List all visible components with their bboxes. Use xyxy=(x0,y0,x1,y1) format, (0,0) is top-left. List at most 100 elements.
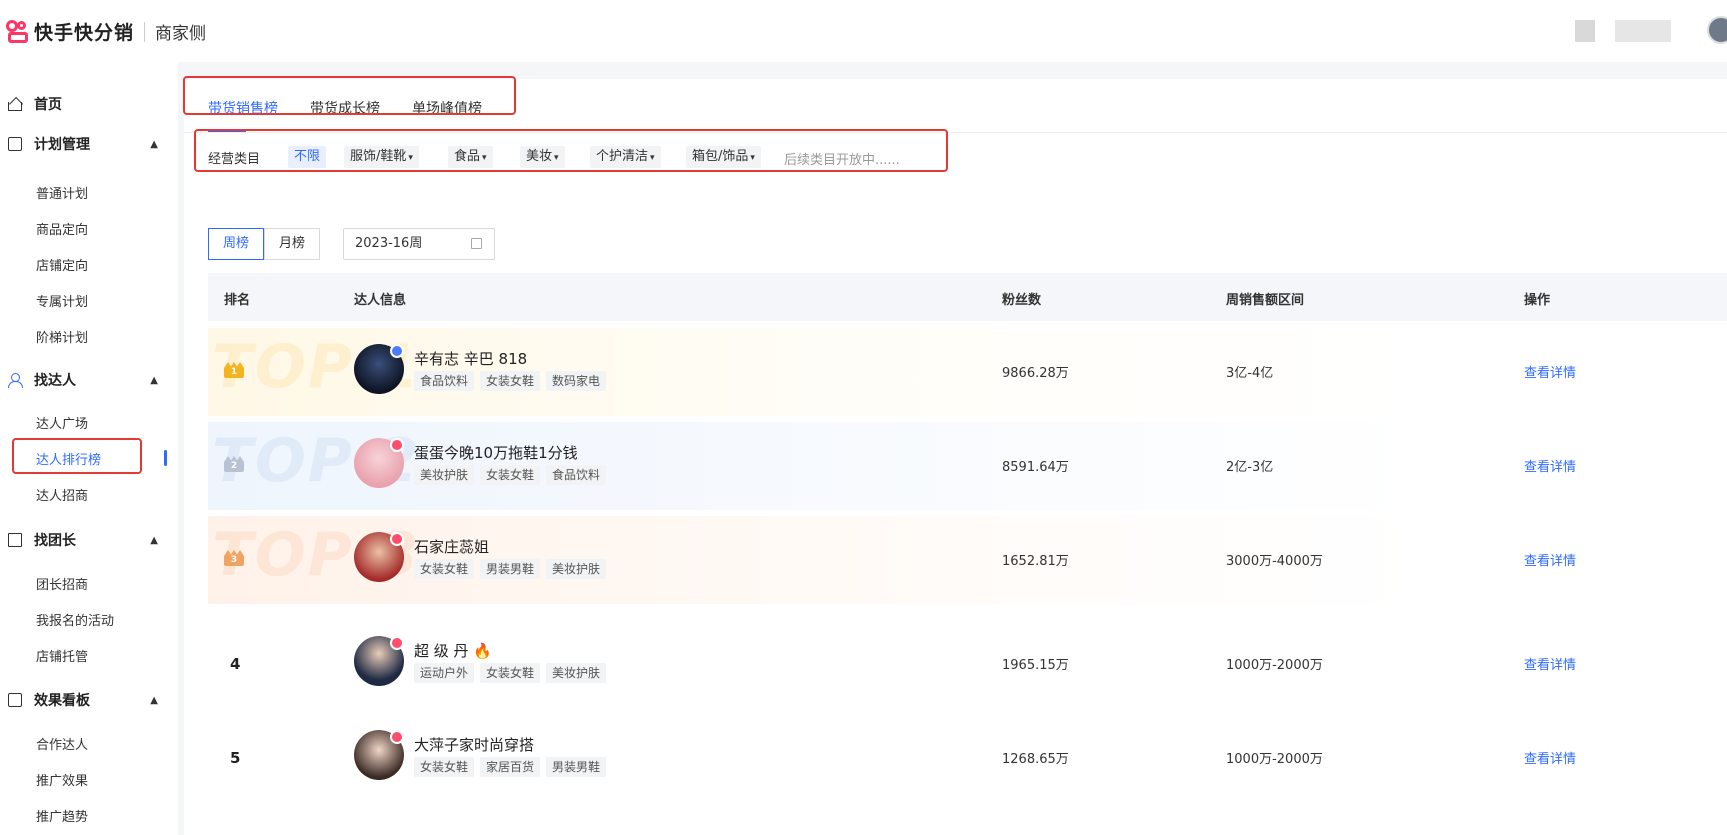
chip-label: 食品 xyxy=(454,149,481,164)
rank-number: 5 xyxy=(230,749,241,767)
chevron-up-icon: ▲ xyxy=(150,374,158,386)
table-header: 排名 达人信息 粉丝数 周销售额区间 操作 xyxy=(208,273,1727,321)
category-tags: 运动户外 女装女鞋 美妆护肤 xyxy=(414,663,607,683)
sidebar: 首页 计划管理 ▲ 普通计划 商品定向 店铺定向 专属计划 阶梯计划 找达人 ▲… xyxy=(0,62,178,835)
gold-crown-icon: 1 xyxy=(224,362,244,378)
divider xyxy=(144,21,146,42)
talent-name[interactable]: 蛋蛋今晚10万拖鞋1分钱 xyxy=(414,442,578,463)
home-icon xyxy=(8,102,22,111)
sidebar-group-dashboard[interactable]: 效果看板 ▲ xyxy=(8,690,158,710)
talent-name[interactable]: 大萍子家时尚穿搭 xyxy=(414,734,534,755)
sidebar-item-partner-talents[interactable]: 合作达人 xyxy=(36,734,88,753)
sidebar-item-tiered-plan[interactable]: 阶梯计划 xyxy=(36,327,88,346)
view-details-link[interactable]: 查看详情 xyxy=(1524,654,1576,673)
top-header: 快手快分销 商家侧 xyxy=(0,0,1727,62)
blurred-account-info xyxy=(1575,20,1595,42)
sidebar-item-talent-plaza[interactable]: 达人广场 xyxy=(36,413,88,432)
brand-logo[interactable]: 快手快分销 商家侧 xyxy=(6,18,206,45)
chevron-down-icon: ▾ xyxy=(650,153,655,163)
sidebar-item-normal-plan[interactable]: 普通计划 xyxy=(36,183,88,202)
tab-sales-ranking[interactable]: 带货销售榜 xyxy=(208,98,278,118)
user-avatar[interactable] xyxy=(1707,16,1727,44)
tag: 男装男鞋 xyxy=(480,559,541,579)
silver-crown-icon: 2 xyxy=(224,456,244,472)
verified-badge-icon xyxy=(390,344,404,358)
talent-name[interactable]: 超 级 丹 🔥 xyxy=(414,640,492,661)
sales-range: 1000万-2000万 xyxy=(1226,752,1323,767)
tag: 女装女鞋 xyxy=(414,757,475,777)
sidebar-item-promo-effect[interactable]: 推广效果 xyxy=(36,770,88,789)
view-details-link[interactable]: 查看详情 xyxy=(1524,456,1576,475)
week-picker-value: 2023-16周 xyxy=(355,236,423,251)
table-row: TOP 3 3 石家庄蕊姐 女装女鞋 男装男鞋 美妆护肤 1652.81万 30… xyxy=(208,516,1727,604)
flag-icon xyxy=(8,533,22,547)
sidebar-item-my-activities[interactable]: 我报名的活动 xyxy=(36,610,114,629)
active-indicator xyxy=(164,450,167,466)
sidebar-item-leader-recruit[interactable]: 团长招商 xyxy=(36,574,88,593)
view-details-link[interactable]: 查看详情 xyxy=(1524,550,1576,569)
table-row: 5 大萍子家时尚穿搭 女装女鞋 家居百货 男装男鞋 1268.65万 1000万… xyxy=(208,714,1727,802)
live-badge-icon xyxy=(390,438,404,452)
sidebar-item-home[interactable]: 首页 xyxy=(8,94,158,114)
chip-bags-accessories[interactable]: 箱包/饰品 ▾ xyxy=(686,146,761,168)
sidebar-item-exclusive-plan[interactable]: 专属计划 xyxy=(36,291,88,310)
chip-food[interactable]: 食品 ▾ xyxy=(448,146,493,168)
sidebar-item-shop-hosting[interactable]: 店铺托管 xyxy=(36,646,88,665)
talent-name[interactable]: 石家庄蕊姐 xyxy=(414,536,489,557)
category-tags: 食品饮料 女装女鞋 数码家电 xyxy=(414,371,607,391)
brand-name: 快手快分销 xyxy=(34,22,135,44)
table-row: TOP 2 2 蛋蛋今晚10万拖鞋1分钱 美妆护肤 女装女鞋 食品饮料 8591… xyxy=(208,422,1727,510)
sidebar-item-promo-trend[interactable]: 推广趋势 xyxy=(36,806,88,825)
live-badge-icon xyxy=(390,532,404,546)
sidebar-item-talent-ranking[interactable]: 达人排行榜 xyxy=(36,449,101,468)
chip-label: 美妆 xyxy=(526,149,553,164)
brand-subtitle: 商家侧 xyxy=(155,24,207,44)
tag: 男装男鞋 xyxy=(546,757,607,777)
sidebar-group-find-talent[interactable]: 找达人 ▲ xyxy=(8,370,158,390)
chip-personal-care[interactable]: 个护清洁 ▾ xyxy=(590,146,661,168)
sidebar-item-talent-recruit[interactable]: 达人招商 xyxy=(36,485,88,504)
tag: 美妆护肤 xyxy=(546,559,607,579)
sidebar-item-shop-targeting[interactable]: 店铺定向 xyxy=(36,255,88,274)
tab-growth-ranking[interactable]: 带货成长榜 xyxy=(310,98,380,118)
table-row: TOP 1 1 辛有志 辛巴 818 食品饮料 女装女鞋 数码家电 9866.2… xyxy=(208,328,1727,416)
chip-label: 箱包/饰品 xyxy=(692,149,749,164)
sales-range: 3亿-4亿 xyxy=(1226,366,1274,381)
fans-count: 9866.28万 xyxy=(1002,366,1069,381)
weekly-button[interactable]: 周榜 xyxy=(208,228,265,260)
chip-beauty[interactable]: 美妆 ▾ xyxy=(520,146,565,168)
col-weekly-sales: 周销售额区间 xyxy=(1226,293,1305,308)
view-details-link[interactable]: 查看详情 xyxy=(1524,748,1576,767)
tag: 女装女鞋 xyxy=(480,663,541,683)
period-toggle: 周榜 月榜 xyxy=(208,228,321,260)
tag: 运动户外 xyxy=(414,663,475,683)
calendar-icon xyxy=(471,238,482,249)
chevron-down-icon: ▾ xyxy=(750,153,755,163)
monthly-button[interactable]: 月榜 xyxy=(264,228,321,260)
tag: 数码家电 xyxy=(546,371,607,391)
live-badge-icon xyxy=(390,730,404,744)
category-filter: 经营类目 不限 服饰/鞋靴 ▾ 食品 ▾ 美妆 ▾ 个护清洁 ▾ 箱包/饰品 ▾ 后续类目… xyxy=(184,134,1727,206)
sidebar-group-find-leader[interactable]: 找团长 ▲ xyxy=(8,530,158,550)
fans-count: 1965.15万 xyxy=(1002,658,1069,673)
col-actions: 操作 xyxy=(1524,293,1551,308)
week-picker[interactable]: 2023-16周 xyxy=(343,228,495,260)
tag: 女装女鞋 xyxy=(480,371,541,391)
active-tab-underline xyxy=(208,130,246,132)
sidebar-group-label: 找达人 xyxy=(34,373,76,389)
col-fans: 粉丝数 xyxy=(1002,293,1042,308)
tab-peak-ranking[interactable]: 单场峰值榜 xyxy=(412,98,482,118)
chip-apparel[interactable]: 服饰/鞋靴 ▾ xyxy=(344,146,419,168)
sidebar-item-product-targeting[interactable]: 商品定向 xyxy=(36,219,88,238)
category-tags: 女装女鞋 家居百货 男装男鞋 xyxy=(414,757,607,777)
sidebar-item-label: 首页 xyxy=(34,97,62,113)
filter-note: 后续类目开放中...... xyxy=(784,153,900,168)
view-details-link[interactable]: 查看详情 xyxy=(1524,362,1576,381)
blurred-account-name xyxy=(1615,20,1671,42)
chip-all[interactable]: 不限 xyxy=(288,146,327,168)
tag: 食品饮料 xyxy=(546,465,607,485)
fans-count: 8591.64万 xyxy=(1002,460,1069,475)
sidebar-group-plan[interactable]: 计划管理 ▲ xyxy=(8,134,158,154)
talent-name[interactable]: 辛有志 辛巴 818 xyxy=(414,348,527,369)
live-badge-icon xyxy=(390,636,404,650)
